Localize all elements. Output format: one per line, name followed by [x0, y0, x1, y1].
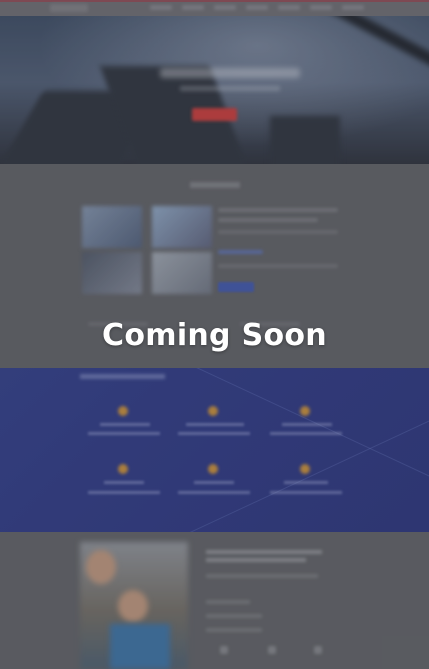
coming-soon-message: Coming Soon — [102, 318, 327, 353]
